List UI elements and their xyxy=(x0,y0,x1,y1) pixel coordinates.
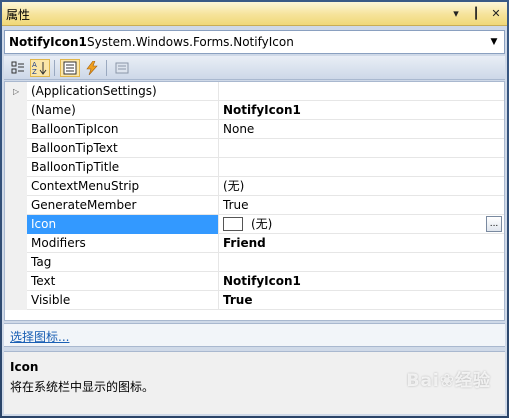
toolbar-separator xyxy=(54,60,55,76)
property-name: BalloonTipText xyxy=(27,139,219,158)
row-gutter xyxy=(5,158,27,177)
property-value[interactable] xyxy=(219,82,504,101)
property-name: (Name) xyxy=(27,101,219,120)
object-type: System.Windows.Forms.NotifyIcon xyxy=(87,35,294,49)
property-row-contextmenustrip[interactable]: ContextMenuStrip (无) xyxy=(5,177,504,196)
property-row-text[interactable]: Text NotifyIcon1 xyxy=(5,272,504,291)
row-gutter xyxy=(5,253,27,272)
svg-text:Z: Z xyxy=(32,68,37,75)
property-row-name[interactable]: (Name) NotifyIcon1 xyxy=(5,101,504,120)
property-value[interactable]: True xyxy=(219,196,504,215)
expand-triangle-icon[interactable]: ▷ xyxy=(13,87,19,96)
toolbar-separator xyxy=(106,60,107,76)
row-gutter xyxy=(5,291,27,310)
window-titlebar[interactable]: 属性 ▾ ┃ ✕ xyxy=(2,2,507,26)
description-text: 将在系统栏中显示的图标。 xyxy=(10,380,155,394)
row-gutter: ▷ xyxy=(5,82,27,101)
window-position-dropdown-icon[interactable]: ▾ xyxy=(449,5,463,21)
row-gutter xyxy=(5,272,27,291)
property-name: ContextMenuStrip xyxy=(27,177,219,196)
property-value[interactable] xyxy=(219,139,504,158)
properties-toolbar: AZ xyxy=(4,56,505,80)
description-title: Icon xyxy=(10,360,39,374)
property-value[interactable]: NotifyIcon1 xyxy=(219,272,504,291)
row-gutter xyxy=(5,215,27,234)
row-gutter xyxy=(5,196,27,215)
icon-preview-swatch xyxy=(223,216,243,231)
property-pages-icon[interactable] xyxy=(112,59,132,77)
property-value[interactable]: True xyxy=(219,291,504,310)
property-row-modifiers[interactable]: Modifiers Friend xyxy=(5,234,504,253)
row-gutter xyxy=(5,234,27,253)
choose-icon-link[interactable]: 选择图标... xyxy=(10,328,69,345)
browse-ellipsis-button[interactable]: ... xyxy=(486,216,502,232)
property-name: Icon xyxy=(27,215,219,234)
property-row-balloontipicon[interactable]: BalloonTipIcon None xyxy=(5,120,504,139)
categorized-icon[interactable] xyxy=(8,59,28,77)
property-name: Modifiers xyxy=(27,234,219,253)
property-value[interactable] xyxy=(219,158,504,177)
properties-icon[interactable] xyxy=(60,59,80,77)
chevron-down-icon[interactable]: ▼ xyxy=(486,33,502,51)
commands-pane: 选择图标... xyxy=(4,323,505,347)
property-value: (无) xyxy=(251,217,273,231)
object-selector[interactable]: NotifyIcon1 System.Windows.Forms.NotifyI… xyxy=(4,30,505,54)
property-name: Tag xyxy=(27,253,219,272)
property-row-applicationsettings[interactable]: ▷ (ApplicationSettings) xyxy=(5,82,504,101)
property-grid: ▷ (ApplicationSettings) (Name) NotifyIco… xyxy=(4,81,505,321)
property-name: Visible xyxy=(27,291,219,310)
row-gutter xyxy=(5,177,27,196)
row-gutter xyxy=(5,101,27,120)
property-row-visible[interactable]: Visible True xyxy=(5,291,504,310)
property-value[interactable]: Friend xyxy=(219,234,504,253)
property-name: GenerateMember xyxy=(27,196,219,215)
property-value-container[interactable]: (无) ... xyxy=(219,215,504,234)
property-row-generatemember[interactable]: GenerateMember True xyxy=(5,196,504,215)
property-value[interactable] xyxy=(219,253,504,272)
properties-window: 属性 ▾ ┃ ✕ NotifyIcon1 System.Windows.Form… xyxy=(0,0,509,418)
window-title: 属性 xyxy=(6,8,31,22)
close-icon[interactable]: ✕ xyxy=(489,5,503,21)
property-row-tag[interactable]: Tag xyxy=(5,253,504,272)
property-value[interactable]: (无) xyxy=(219,177,504,196)
row-gutter xyxy=(5,139,27,158)
events-icon[interactable] xyxy=(82,59,102,77)
properties-panel: NotifyIcon1 System.Windows.Forms.NotifyI… xyxy=(2,26,507,416)
property-row-balloontiptitle[interactable]: BalloonTipTitle xyxy=(5,158,504,177)
object-name: NotifyIcon1 xyxy=(9,35,87,49)
property-name: (ApplicationSettings) xyxy=(27,82,219,101)
property-name: BalloonTipTitle xyxy=(27,158,219,177)
property-value[interactable]: NotifyIcon1 xyxy=(219,101,504,120)
property-row-balloontiptext[interactable]: BalloonTipText xyxy=(5,139,504,158)
watermark-logo: Bai❀经验 xyxy=(406,371,491,391)
titlebar-buttons: ▾ ┃ ✕ xyxy=(449,5,503,21)
property-name: BalloonTipIcon xyxy=(27,120,219,139)
row-gutter xyxy=(5,120,27,139)
auto-hide-pin-icon[interactable]: ┃ xyxy=(469,5,483,21)
alphabetical-icon[interactable]: AZ xyxy=(30,59,50,77)
property-name: Text xyxy=(27,272,219,291)
property-value[interactable]: None xyxy=(219,120,504,139)
property-row-icon[interactable]: Icon (无) ... xyxy=(5,215,504,234)
